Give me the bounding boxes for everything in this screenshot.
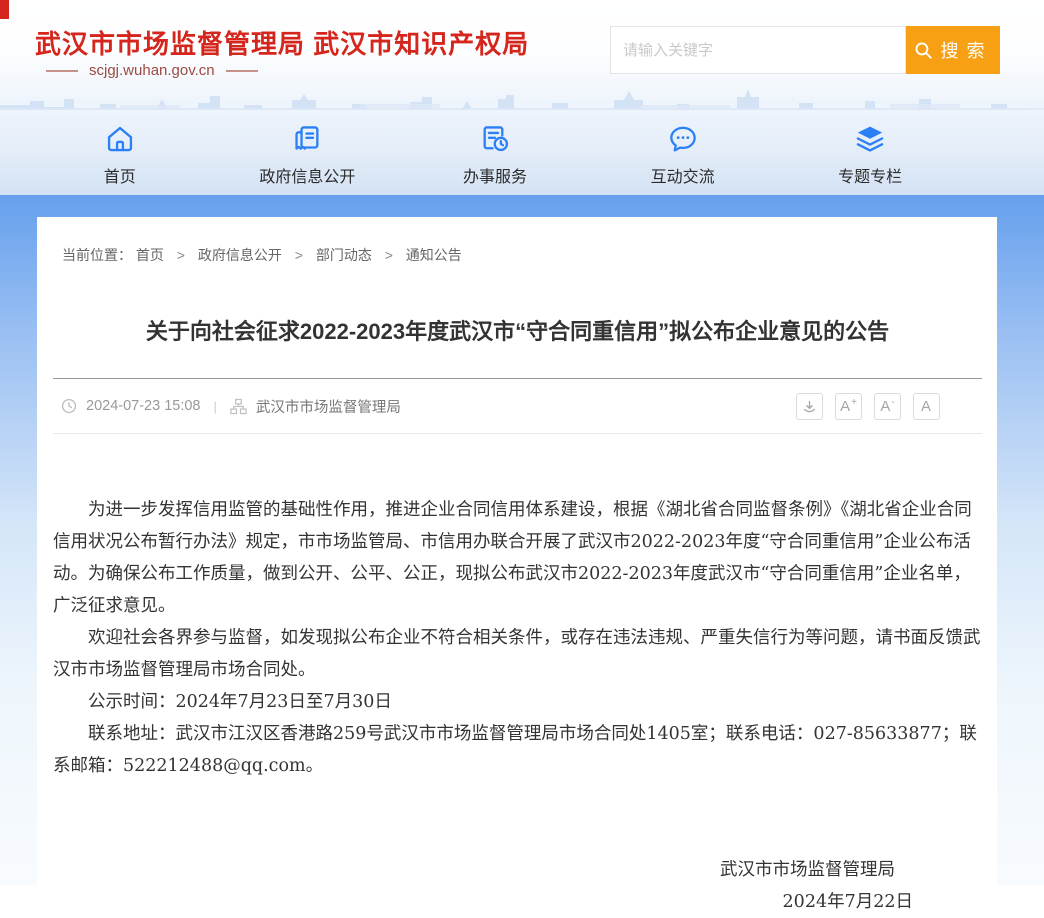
article-signature: 武汉市市场监督管理局 2024年7月22日	[53, 854, 982, 918]
breadcrumb-label: 当前位置：	[62, 247, 132, 263]
service-icon	[478, 122, 512, 156]
article-body: 为进一步发挥信用监管的基础性作用，推进企业合同信用体系建设，根据《湖北省合同监督…	[53, 494, 982, 782]
site-url-row: scjgj.wuhan.gov.cn	[46, 62, 258, 79]
breadcrumb-item-gov-info[interactable]: 政府信息公开	[198, 247, 282, 263]
dash-right	[226, 70, 258, 72]
main-navbar: 首页 政府信息公开 办事服务	[0, 110, 1044, 195]
nav-item-services[interactable]: 办事服务	[401, 110, 589, 195]
font-tool-sign: -	[891, 397, 894, 408]
search-area: 搜索	[610, 26, 1000, 74]
separator-bottom	[53, 433, 982, 434]
layers-icon	[853, 122, 887, 156]
breadcrumb-item-notices[interactable]: 通知公告	[406, 247, 462, 263]
font-tool-letter: A	[840, 398, 850, 415]
corner-mark	[0, 0, 9, 19]
article-meta: 2024-07-23 15:08 | 武汉市市场监督管理局	[53, 396, 401, 417]
nav-label: 首页	[104, 163, 136, 187]
nav-item-home[interactable]: 首页	[26, 110, 214, 195]
nav-item-gov-info[interactable]: 政府信息公开	[214, 110, 402, 195]
download-button[interactable]	[796, 393, 823, 420]
site-title[interactable]: 武汉市市场监督管理局 武汉市知识产权局	[35, 24, 529, 61]
font-reset-button[interactable]: A	[913, 393, 940, 420]
download-icon	[802, 399, 817, 414]
nav-label: 专题专栏	[838, 163, 902, 187]
clock-icon	[61, 398, 77, 414]
breadcrumb-item-home[interactable]: 首页	[136, 247, 164, 263]
content-box: 当前位置： 首页 > 政府信息公开 > 部门动态 > 通知公告 关于向社会征求2…	[37, 217, 997, 885]
nav-label: 政府信息公开	[259, 163, 355, 187]
dash-left	[46, 70, 78, 72]
sitemap-icon	[230, 398, 247, 415]
font-increase-button[interactable]: A +	[835, 393, 862, 420]
breadcrumb-separator: >	[177, 247, 185, 263]
font-tool-sign: +	[851, 397, 857, 408]
breadcrumb-item-dept-news[interactable]: 部门动态	[316, 247, 372, 263]
article-title: 关于向社会征求2022-2023年度武汉市“守合同重信用”拟公布企业意见的公告	[53, 317, 982, 347]
site-header: 武汉市市场监督管理局 武汉市知识产权局 scjgj.wuhan.gov.cn 搜…	[0, 0, 1044, 110]
font-tool-letter: A	[921, 398, 931, 415]
nav-label: 办事服务	[463, 163, 527, 187]
paragraph: 为进一步发挥信用监管的基础性作用，推进企业合同信用体系建设，根据《湖北省合同监督…	[53, 494, 982, 622]
signature-org: 武汉市市场监督管理局	[53, 854, 982, 886]
meta-divider: |	[214, 399, 217, 414]
city-skyline-graphic	[0, 82, 1044, 110]
article-tools: A + A - A	[796, 393, 982, 420]
search-input[interactable]	[610, 26, 906, 74]
nav-label: 互动交流	[651, 163, 715, 187]
site-url: scjgj.wuhan.gov.cn	[89, 62, 215, 79]
breadcrumb: 当前位置： 首页 > 政府信息公开 > 部门动态 > 通知公告	[53, 217, 982, 265]
nav-item-topics[interactable]: 专题专栏	[776, 110, 964, 195]
home-icon	[103, 122, 137, 156]
nav-item-interaction[interactable]: 互动交流	[589, 110, 777, 195]
article-meta-row: 2024-07-23 15:08 | 武汉市市场监督管理局	[53, 379, 982, 433]
search-icon	[914, 41, 933, 60]
documents-icon	[290, 122, 324, 156]
paragraph: 公示时间：2024年7月23日至7月30日	[53, 686, 982, 718]
signature-date: 2024年7月22日	[53, 886, 982, 918]
breadcrumb-separator: >	[385, 247, 393, 263]
chat-icon	[666, 122, 700, 156]
font-decrease-button[interactable]: A -	[874, 393, 901, 420]
paragraph: 欢迎社会各界参与监督，如发现拟公布企业不符合相关条件，或存在违法违规、严重失信行…	[53, 622, 982, 686]
article-source: 武汉市市场监督管理局	[256, 396, 401, 417]
publish-datetime: 2024-07-23 15:08	[86, 398, 201, 414]
breadcrumb-separator: >	[295, 247, 303, 263]
search-button[interactable]: 搜索	[906, 26, 1000, 74]
search-button-label: 搜索	[941, 37, 993, 63]
font-tool-letter: A	[880, 398, 890, 415]
paragraph: 联系地址：武汉市江汉区香港路259号武汉市市场监督管理局市场合同处1405室；联…	[53, 718, 982, 782]
